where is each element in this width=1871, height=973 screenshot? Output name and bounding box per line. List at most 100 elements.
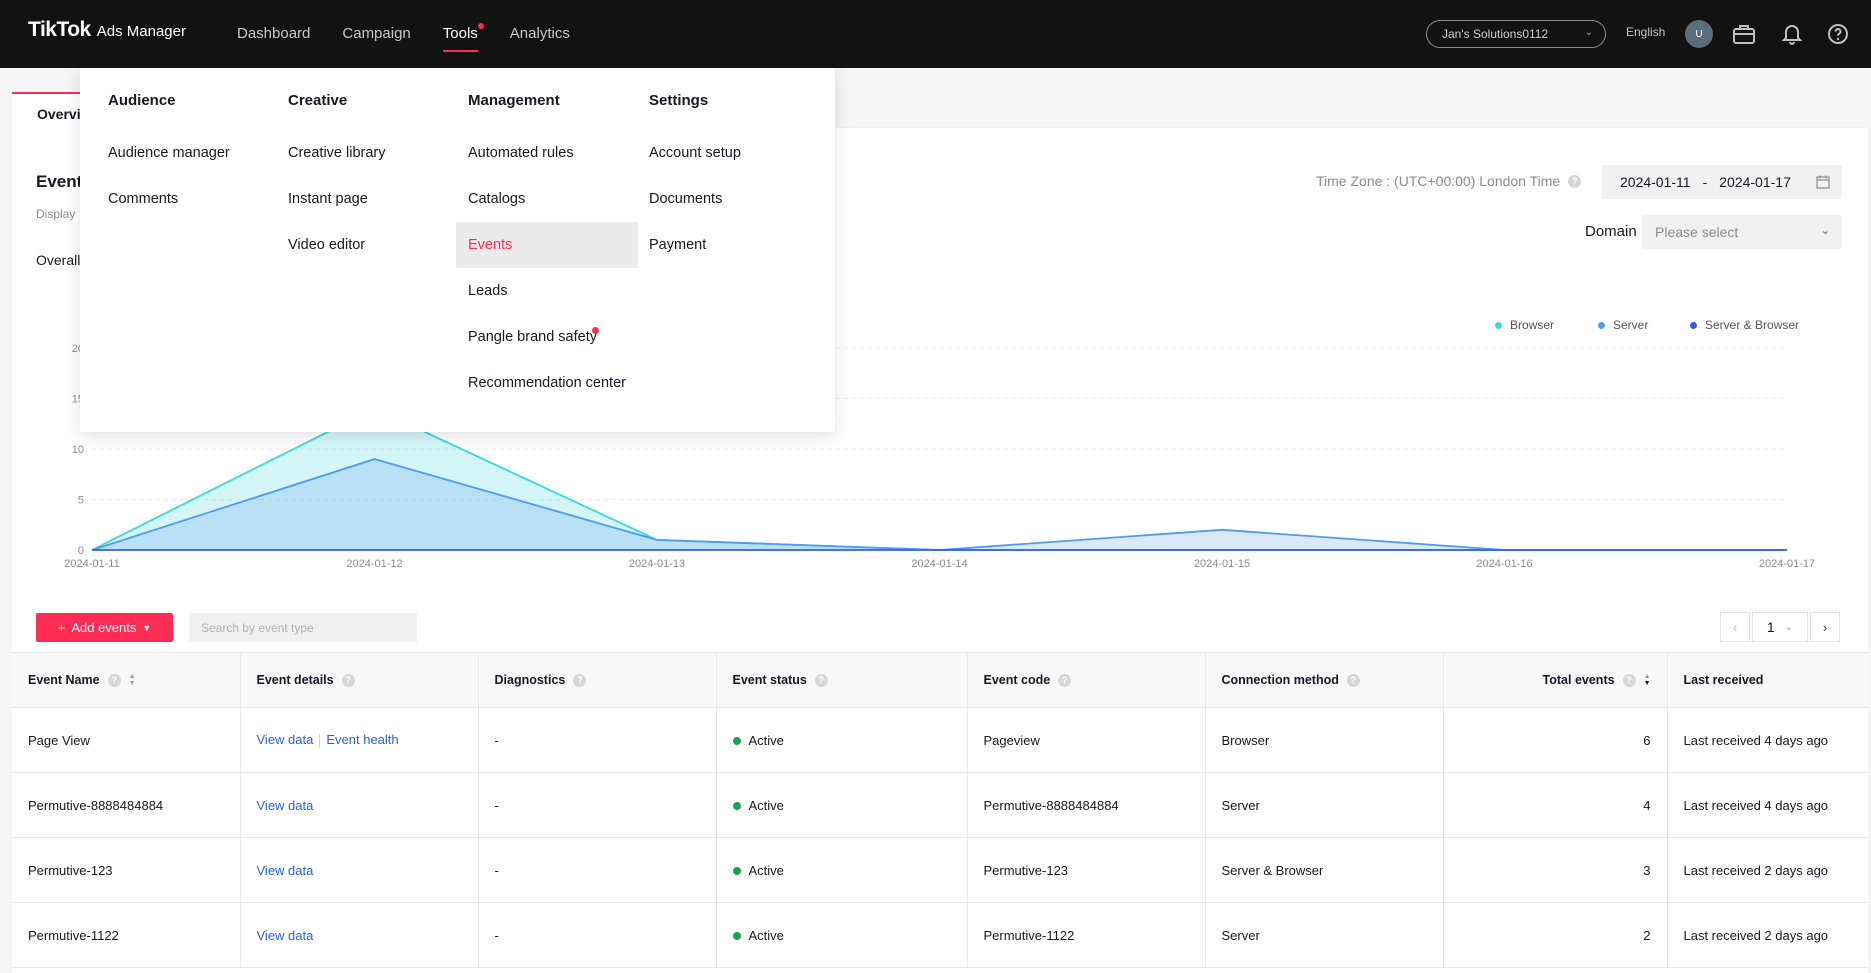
connection-method: Server & Browser bbox=[1205, 837, 1444, 903]
menu-item-catalogs[interactable]: Catalogs bbox=[456, 176, 638, 222]
menu-column-creative: Creative Creative library Instant page V… bbox=[276, 92, 458, 268]
event-details: View data Event health bbox=[240, 707, 479, 773]
add-events-button[interactable]: + Add events ▼ bbox=[36, 613, 173, 642]
status-dot bbox=[732, 801, 741, 810]
question-icon[interactable]: ? bbox=[1346, 673, 1360, 687]
menu-item-automated-rules[interactable]: Automated rules bbox=[456, 130, 638, 176]
sort-desc-icon[interactable]: ▲ ▼ bbox=[1644, 673, 1651, 687]
caret-down-icon: ▼ bbox=[142, 622, 152, 633]
question-icon[interactable]: ? bbox=[341, 673, 355, 687]
page-select[interactable]: 1 ⌄ bbox=[1752, 612, 1808, 642]
view-data-link[interactable]: View data bbox=[257, 928, 314, 943]
question-icon[interactable]: ? bbox=[1058, 673, 1072, 687]
chevron-down-icon: ⌄ bbox=[1784, 621, 1794, 633]
account-selector[interactable]: Jan's Solutions0112 ⌄ bbox=[1426, 20, 1606, 48]
view-data-link[interactable]: View data bbox=[257, 732, 314, 747]
menu-item-documents[interactable]: Documents bbox=[637, 176, 819, 222]
last-received: Last received 2 days ago bbox=[1667, 902, 1868, 968]
question-icon[interactable]: ? bbox=[814, 673, 828, 687]
col-event-status: Event status? bbox=[716, 652, 968, 708]
avatar[interactable]: U bbox=[1685, 20, 1713, 48]
divider bbox=[319, 733, 321, 748]
diagnostics: - bbox=[478, 707, 717, 773]
header-label: Event Name bbox=[28, 673, 100, 687]
y-tick-label: 0 bbox=[78, 545, 84, 557]
next-page-icon[interactable]: › bbox=[1810, 612, 1840, 642]
event-name: Permutive-1122 bbox=[12, 902, 241, 968]
product-name: Ads Manager bbox=[96, 23, 186, 40]
search-placeholder: Search by event type bbox=[201, 621, 314, 635]
event-name: Permutive-8888484884 bbox=[12, 772, 241, 838]
briefcase-icon[interactable] bbox=[1730, 20, 1758, 48]
table-row: Page View View data Event health - Active… bbox=[12, 707, 1868, 773]
event-search-input[interactable]: Search by event type bbox=[189, 613, 417, 642]
tiktok-logo: TikTok bbox=[28, 18, 91, 41]
diagnostics: - bbox=[478, 902, 717, 968]
diagnostics: - bbox=[478, 772, 717, 838]
event-details: View data bbox=[240, 902, 479, 968]
question-icon[interactable]: ? bbox=[1622, 673, 1636, 687]
col-event-details: Event details? bbox=[240, 652, 479, 708]
menu-item-creative-library[interactable]: Creative library bbox=[276, 130, 458, 176]
header-label: Event details bbox=[256, 673, 334, 687]
nav-campaign[interactable]: Campaign bbox=[342, 0, 410, 68]
nav-analytics[interactable]: Analytics bbox=[510, 0, 570, 68]
menu-item-leads[interactable]: Leads bbox=[456, 268, 638, 314]
table-row: Permutive-1122 View data - Active Permut… bbox=[12, 902, 1868, 968]
col-total-events[interactable]: Total events? ▲ ▼ bbox=[1443, 652, 1668, 708]
menu-item-recommendation-center[interactable]: Recommendation center bbox=[456, 360, 638, 406]
legend-swatch bbox=[1495, 321, 1502, 329]
question-icon[interactable]: ? bbox=[1568, 174, 1582, 188]
menu-heading: Audience bbox=[108, 92, 176, 109]
col-event-name[interactable]: Event Name? ▲ ▼ bbox=[12, 652, 241, 708]
domain-label: Domain bbox=[1585, 223, 1637, 240]
prev-page-icon[interactable]: ‹ bbox=[1720, 612, 1750, 642]
menu-item-video-editor[interactable]: Video editor bbox=[276, 222, 458, 268]
event-details: View data bbox=[240, 772, 479, 838]
menu-item-comments[interactable]: Comments bbox=[96, 176, 278, 222]
header-label: Event status bbox=[732, 673, 807, 687]
header-label: Diagnostics bbox=[494, 673, 566, 687]
date-start: 2024-01-11 bbox=[1620, 174, 1691, 190]
header-label: Event code bbox=[983, 673, 1051, 687]
new-badge-dot bbox=[592, 327, 599, 334]
menu-item-events[interactable]: Events bbox=[456, 222, 638, 268]
nav-tools[interactable]: Tools bbox=[442, 0, 484, 68]
event-name: Page View bbox=[12, 707, 241, 773]
menu-item-audience-manager[interactable]: Audience manager bbox=[96, 130, 278, 176]
event-code: Permutive-123 bbox=[967, 837, 1206, 903]
section-title: Event bbox=[36, 172, 83, 191]
nav-tools-label: Tools bbox=[442, 25, 478, 42]
x-tick-label: 2024-01-15 bbox=[1194, 558, 1250, 570]
event-details: View data bbox=[240, 837, 479, 903]
question-icon[interactable]: ? bbox=[107, 673, 121, 687]
menu-item-account-setup[interactable]: Account setup bbox=[637, 130, 819, 176]
brand-logo[interactable]: TikTok Ads Manager bbox=[28, 18, 186, 42]
sort-icon[interactable]: ▲ ▼ bbox=[129, 673, 136, 687]
status-text: Active bbox=[748, 862, 784, 878]
menu-item-instant-page[interactable]: Instant page bbox=[276, 176, 458, 222]
view-data-link[interactable]: View data bbox=[257, 863, 314, 878]
bell-icon[interactable] bbox=[1778, 20, 1806, 48]
question-icon[interactable]: ? bbox=[573, 673, 587, 687]
language-switch[interactable]: English bbox=[1626, 25, 1665, 39]
event-health-link[interactable]: Event health bbox=[326, 732, 398, 747]
tools-dropdown-menu: Audience Audience manager Comments Creat… bbox=[80, 68, 835, 432]
total-events: 6 bbox=[1443, 707, 1668, 773]
events-table: Event Name? ▲ ▼ Event details? Diagnostics… bbox=[12, 652, 1868, 968]
domain-select[interactable]: Please select ⌄ bbox=[1642, 215, 1842, 249]
view-data-link[interactable]: View data bbox=[257, 798, 314, 813]
date-range-picker[interactable]: 2024-01-11 - 2024-01-17 bbox=[1602, 165, 1842, 199]
y-tick-label: 5 bbox=[78, 495, 84, 507]
nav-dashboard[interactable]: Dashboard bbox=[237, 0, 310, 68]
event-code: Permutive-1122 bbox=[967, 902, 1206, 968]
event-status: Active bbox=[716, 707, 968, 773]
help-icon[interactable] bbox=[1824, 20, 1852, 48]
col-diagnostics: Diagnostics? bbox=[478, 652, 717, 708]
x-tick-label: 2024-01-14 bbox=[911, 558, 967, 570]
total-events: 4 bbox=[1443, 772, 1668, 838]
event-code: Pageview bbox=[967, 707, 1206, 773]
menu-item-pangle-brand-safety[interactable]: Pangle brand safety bbox=[456, 314, 638, 360]
legend-swatch bbox=[1598, 321, 1605, 329]
menu-item-payment[interactable]: Payment bbox=[637, 222, 819, 268]
